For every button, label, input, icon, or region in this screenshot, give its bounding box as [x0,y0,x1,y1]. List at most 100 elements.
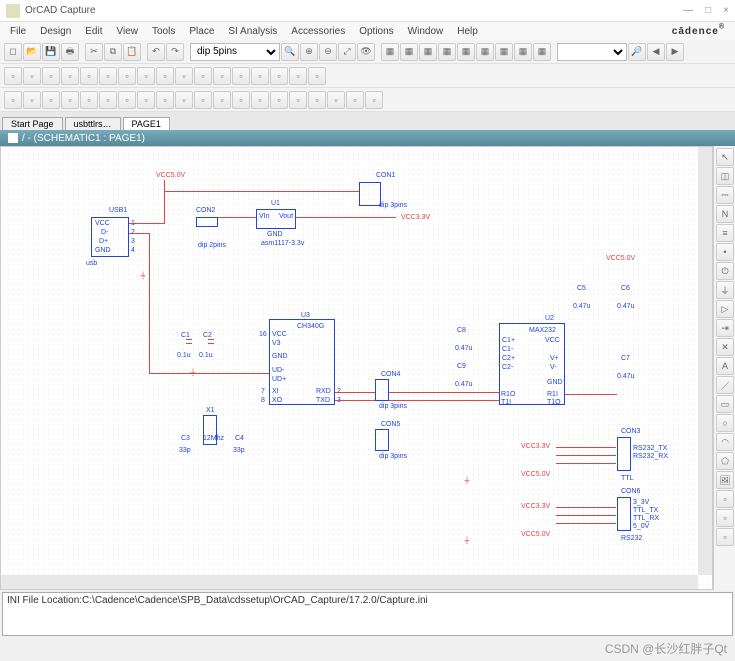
tool-e-icon[interactable]: ▦ [457,43,475,61]
noconnect-icon[interactable]: ✕ [716,338,734,356]
print-icon[interactable]: 🖶 [61,43,79,61]
t2f-icon[interactable]: ▫ [99,67,117,85]
place-part-icon[interactable]: ◫ [716,167,734,185]
menu-options[interactable]: Options [353,25,399,38]
menu-window[interactable]: Window [402,25,450,38]
t3g-icon[interactable]: ▫ [118,91,136,109]
comp-con2[interactable] [196,217,218,227]
scrollbar-v[interactable] [698,147,712,575]
menu-place[interactable]: Place [183,25,220,38]
t2b-icon[interactable]: ▫ [23,67,41,85]
t3i-icon[interactable]: ▫ [156,91,174,109]
t3l-icon[interactable]: ▫ [213,91,231,109]
t3n-icon[interactable]: ▫ [251,91,269,109]
t3k-icon[interactable]: ▫ [194,91,212,109]
menu-edit[interactable]: Edit [79,25,108,38]
t2p-icon[interactable]: ▫ [289,67,307,85]
t3m-icon[interactable]: ▫ [232,91,250,109]
arc-icon[interactable]: ◠ [716,433,734,451]
close-button[interactable]: × [723,5,729,16]
menu-file[interactable]: File [4,25,32,38]
maximize-button[interactable]: □ [705,5,711,16]
paste-icon[interactable]: 📋 [123,43,141,61]
comp-con1[interactable] [359,182,381,206]
search-icon[interactable]: 🔍 [281,43,299,61]
scrollbar-h[interactable] [1,575,698,589]
t3t-icon[interactable]: ▫ [365,91,383,109]
tool-h-icon[interactable]: ▦ [514,43,532,61]
comp-con5[interactable] [375,429,389,451]
zoomfit-icon[interactable]: ⤢ [338,43,356,61]
misc2-icon[interactable]: ▫ [716,509,734,527]
text-icon[interactable]: A [716,357,734,375]
t2e-icon[interactable]: ▫ [80,67,98,85]
menu-view[interactable]: View [111,25,145,38]
menu-tools[interactable]: Tools [146,25,181,38]
rect-icon[interactable]: ▭ [716,395,734,413]
schematic-canvas[interactable]: USB1 VCC D- D+ GND 1 2 3 4 usb VCC5.0V C… [0,146,713,590]
t3j-icon[interactable]: ▫ [175,91,193,109]
t2d-icon[interactable]: ▫ [61,67,79,85]
t2l-icon[interactable]: ▫ [213,67,231,85]
net-icon[interactable]: N [716,205,734,223]
t3e-icon[interactable]: ▫ [80,91,98,109]
bus-icon[interactable]: ≡ [716,224,734,242]
tab-startpage[interactable]: Start Page [2,117,63,130]
t2h-icon[interactable]: ▫ [137,67,155,85]
offpage-icon[interactable]: ⇥ [716,319,734,337]
part-combo[interactable]: dip 5pins [190,43,280,61]
t3q-icon[interactable]: ▫ [308,91,326,109]
t2q-icon[interactable]: ▫ [308,67,326,85]
find-icon[interactable]: 🔎 [628,43,646,61]
tool-c-icon[interactable]: ▦ [419,43,437,61]
t3c-icon[interactable]: ▫ [42,91,60,109]
t2a-icon[interactable]: ▫ [4,67,22,85]
minimize-button[interactable]: — [683,5,693,16]
select-icon[interactable]: ↖ [716,148,734,166]
menu-si[interactable]: SI Analysis [222,25,283,38]
t3s-icon[interactable]: ▫ [346,91,364,109]
comp-con3[interactable] [617,437,631,471]
junction-icon[interactable]: • [716,243,734,261]
prev-icon[interactable]: ◀ [647,43,665,61]
power-icon[interactable]: ⏻ [716,262,734,280]
tab-project[interactable]: usbttlrs… [65,117,121,130]
eye-icon[interactable]: 👁 [357,43,375,61]
tool-b-icon[interactable]: ▦ [400,43,418,61]
t3p-icon[interactable]: ▫ [289,91,307,109]
copy-icon[interactable]: ⧉ [104,43,122,61]
comp-con4[interactable] [375,379,389,401]
t3d-icon[interactable]: ▫ [61,91,79,109]
next-icon[interactable]: ▶ [666,43,684,61]
t2j-icon[interactable]: ▫ [175,67,193,85]
t2k-icon[interactable]: ▫ [194,67,212,85]
t3r-icon[interactable]: ▫ [327,91,345,109]
menu-help[interactable]: Help [451,25,484,38]
tool-f-icon[interactable]: ▦ [476,43,494,61]
misc3-icon[interactable]: ▫ [716,528,734,546]
ellipse-icon[interactable]: ○ [716,414,734,432]
t2g-icon[interactable]: ▫ [118,67,136,85]
t2m-icon[interactable]: ▫ [232,67,250,85]
undo-icon[interactable]: ↶ [147,43,165,61]
zoomout-icon[interactable]: ⊖ [319,43,337,61]
zoomin-icon[interactable]: ⊕ [300,43,318,61]
new-icon[interactable]: ◻ [4,43,22,61]
open-icon[interactable]: 📂 [23,43,41,61]
comp-con6[interactable] [617,497,631,531]
t2c-icon[interactable]: ▫ [42,67,60,85]
combo2[interactable] [557,43,627,61]
cut-icon[interactable]: ✂ [85,43,103,61]
tool-d-icon[interactable]: ▦ [438,43,456,61]
tab-page1[interactable]: PAGE1 [123,117,170,130]
t3h-icon[interactable]: ▫ [137,91,155,109]
line-icon[interactable]: ／ [716,376,734,394]
port-icon[interactable]: ▷ [716,300,734,318]
t2o-icon[interactable]: ▫ [270,67,288,85]
tool-g-icon[interactable]: ▦ [495,43,513,61]
t2n-icon[interactable]: ▫ [251,67,269,85]
pic-icon[interactable]: 🖼 [716,471,734,489]
redo-icon[interactable]: ↷ [166,43,184,61]
t3f-icon[interactable]: ▫ [99,91,117,109]
t3a-icon[interactable]: ▫ [4,91,22,109]
